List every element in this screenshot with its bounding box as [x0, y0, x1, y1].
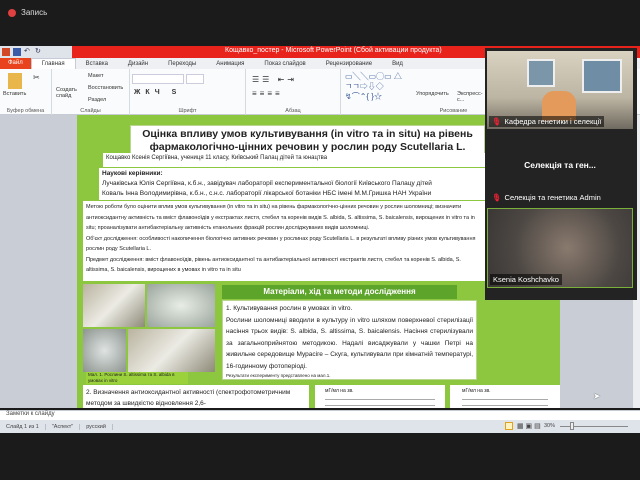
- tab-animation[interactable]: Анимация: [206, 61, 254, 67]
- photo-petri-2: [83, 329, 126, 372]
- chart-1: мГ/мл на зв.: [315, 385, 445, 408]
- tab-design[interactable]: Дизайн: [118, 61, 158, 67]
- paste-button[interactable]: Вставить: [3, 91, 26, 97]
- recording-label: Запись: [21, 8, 48, 17]
- paste-icon: [8, 73, 22, 89]
- participant-name: Ksenia Koshchavko: [493, 275, 559, 284]
- supervisors-box: Наукові керівники: Лучаківська Юлія Серг…: [99, 168, 485, 200]
- goal-text: Метою роботи було оцінити вплив умов кул…: [86, 204, 475, 231]
- method-2-text: 2. Визначення антиоксидантної активності…: [83, 385, 309, 408]
- supervisors-heading: Наукові керівники:: [102, 170, 163, 177]
- clipboard-group: Вставить ✂ Буфер обмена: [0, 69, 52, 115]
- theme-name: "Аспект": [46, 423, 81, 430]
- new-slide-button[interactable]: Создать слайд: [56, 87, 86, 99]
- reset-button[interactable]: Восстановить: [88, 85, 123, 91]
- align-icons[interactable]: ≡≡≡≡: [252, 89, 283, 98]
- view-icons[interactable]: ▦ ▣ ▤: [517, 422, 541, 430]
- font-size-select[interactable]: [186, 74, 204, 84]
- participant-name: Селекція та генетика Admin: [504, 193, 601, 202]
- slide-counter: Слайд 1 из 1: [0, 423, 46, 430]
- method-1-result: Результати експерименту представлено на …: [226, 373, 331, 378]
- slide-thumbnail-pane[interactable]: [0, 115, 77, 408]
- normal-view-icon[interactable]: [505, 422, 513, 430]
- method-1-title: 1. Культивування рослин в умовах in vitr…: [226, 305, 353, 312]
- powerpoint-icon: [2, 48, 10, 56]
- supervisor-2: Коваль Інна Володимирівна, к.б.н., с.н.с…: [102, 190, 432, 197]
- tab-home[interactable]: Главная: [30, 58, 76, 69]
- section-button[interactable]: Раздел: [88, 97, 106, 103]
- font-group: ЖКЧ S Шрифт: [130, 69, 246, 115]
- tab-slideshow[interactable]: Показ слайдов: [254, 61, 315, 67]
- redo-icon[interactable]: ↻: [35, 48, 43, 56]
- group-label: Буфер обмена: [6, 108, 45, 114]
- participant-video-3-active[interactable]: Ksenia Koshchavko: [487, 208, 633, 288]
- participant-tile-2[interactable]: Селекція та ген... 🎙 Селекція та генетика…: [487, 130, 633, 205]
- slide-title: Оцінка впливу умов культивування (in vit…: [130, 125, 485, 155]
- zoom-slider-thumb[interactable]: [570, 422, 574, 430]
- mic-muted-icon: 🎙: [492, 117, 502, 126]
- paragraph-group: ☰☰ ⇤⇥ ≡≡≡≡ Абзац: [246, 69, 341, 115]
- tab-view[interactable]: Вид: [382, 61, 413, 67]
- recording-indicator: Запись: [8, 8, 47, 17]
- group-label: Слайды: [80, 108, 101, 114]
- font-name-select[interactable]: [132, 74, 184, 84]
- window-title: Кощавко_постер - Microsoft PowerPoint (С…: [225, 47, 442, 54]
- figure-caption: Мал. 1. Рослини S. altissima та S. albid…: [86, 372, 188, 384]
- undo-icon[interactable]: ↶: [24, 48, 32, 56]
- participant-name-large: Селекція та ген...: [524, 160, 596, 170]
- wall-poster: [527, 59, 555, 87]
- goal-box: Метою роботи було оцінити вплив умов кул…: [83, 201, 485, 281]
- video-gallery: 🎙 Кафедра генетики і селекції Селекція та…: [485, 48, 637, 300]
- chart-2-title: мГ/мл на зв.: [462, 388, 491, 394]
- language[interactable]: русский: [80, 423, 113, 430]
- layout-button[interactable]: Макет: [88, 73, 104, 79]
- photo-jars-2: [128, 329, 215, 372]
- group-label: Абзац: [285, 108, 301, 114]
- notes-pane[interactable]: Заметки к слайду: [0, 410, 640, 420]
- methods-header: Матеріали, хід та методи дослідження: [222, 285, 457, 299]
- tab-file[interactable]: Файл: [0, 58, 31, 69]
- slides-group: Создать слайд Макет Восстановить Раздел …: [52, 69, 130, 115]
- subject-text: Предмет дослідження: вміст флавоноїдів, …: [86, 256, 461, 274]
- arrange-button[interactable]: Упорядочить: [416, 91, 449, 97]
- photo-jars: [83, 284, 145, 327]
- method-1-text: Рослини шоломниці вводили в культуру in …: [226, 316, 473, 370]
- notes-placeholder: Заметки к слайду: [6, 411, 55, 417]
- methods-box: 1. Культивування рослин в умовах in vitr…: [222, 300, 477, 380]
- participant-label: 🎙 Кафедра генетики і селекції: [489, 116, 605, 127]
- wall-poster: [582, 59, 622, 93]
- record-icon: [8, 8, 16, 17]
- author-line: Кощавко Ксенія Сергіївна, учениця 11 кла…: [103, 153, 485, 167]
- group-label: Шрифт: [178, 108, 197, 114]
- drawing-group: ▭╲╲▭◯▭ △ㄱㄱ⇨⇩◇ ↯⌒⌃{ }☆ Упорядочить Экспре…: [341, 69, 486, 115]
- cut-icon[interactable]: ✂: [33, 73, 40, 82]
- save-icon[interactable]: [13, 48, 21, 56]
- status-bar: Слайд 1 из 1 "Аспект" русский ▦ ▣ ▤ 30%: [0, 420, 640, 433]
- shapes-gallery[interactable]: ▭╲╲▭◯▭ △ㄱㄱ⇨⇩◇ ↯⌒⌃{ }☆: [345, 72, 405, 102]
- chart-2: мГ/мл на зв.: [450, 385, 560, 408]
- list-icons[interactable]: ☰☰ ⇤⇥: [252, 75, 297, 84]
- object-text: Об'єкт дослідження: особливості накопиче…: [86, 235, 476, 253]
- quick-styles-button[interactable]: Экспресс-с...: [457, 91, 486, 103]
- participant-label: 🎙 Селекція та генетика Admin: [489, 192, 604, 203]
- mouse-cursor-icon: ➤: [593, 391, 601, 401]
- participant-video-1[interactable]: 🎙 Кафедра генетики і селекції: [487, 51, 633, 129]
- participant-label: Ksenia Koshchavko: [490, 274, 562, 285]
- format-buttons[interactable]: ЖКЧ S: [134, 89, 181, 96]
- supervisor-1: Лучаківська Юлія Сергіївна, к.б.н., заві…: [102, 180, 432, 187]
- mic-muted-icon: 🎙: [492, 193, 502, 202]
- quick-access-toolbar: ↶ ↻: [0, 46, 72, 58]
- tab-transitions[interactable]: Переходы: [158, 61, 206, 67]
- photo-petri: [147, 284, 215, 327]
- zoom-level[interactable]: 30%: [544, 423, 555, 429]
- tab-insert[interactable]: Вставка: [76, 61, 118, 67]
- chart-1-title: мГ/мл на зв.: [325, 388, 354, 394]
- tab-review[interactable]: Рецензирование: [316, 61, 382, 67]
- participant-name: Кафедра генетики і селекції: [504, 117, 602, 126]
